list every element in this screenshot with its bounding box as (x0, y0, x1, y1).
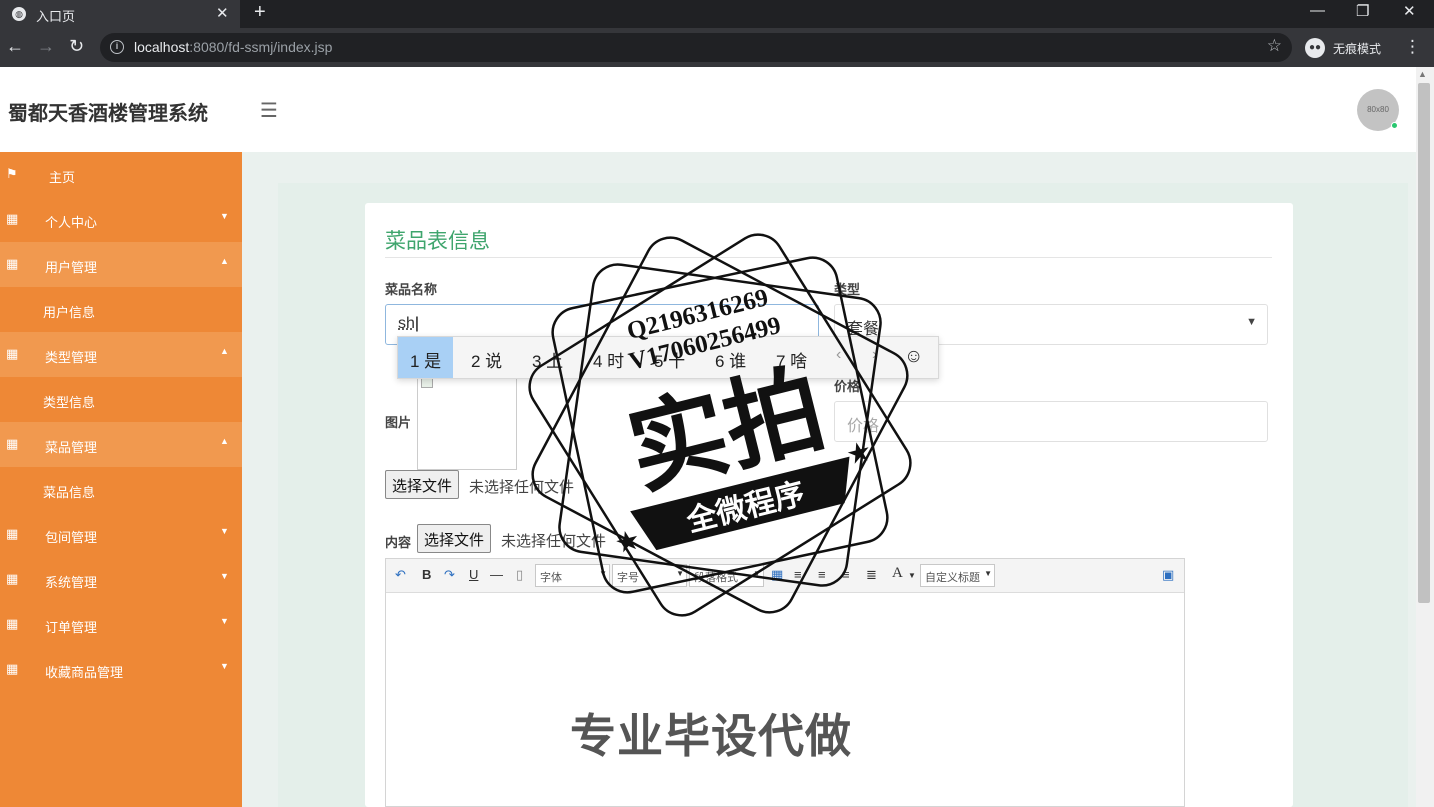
grid-icon: ▦ (6, 256, 19, 271)
omnibox[interactable]: i localhost:8080/fd-ssmj/index.jsp ☆ (100, 33, 1292, 62)
flag-icon: ⚑ (6, 166, 18, 181)
caret-up-icon: ▲ (220, 346, 229, 356)
scrollbar-thumb[interactable] (1418, 83, 1430, 603)
sidebar-item-order-management[interactable]: ▦ 订单管理 ▼ (0, 602, 242, 647)
back-icon[interactable]: ← (6, 36, 24, 57)
watermark-stamp: Q2196316269 V17060256499 实拍 全微程序 ★ ★ (528, 233, 912, 617)
caret-up-icon: ▲ (220, 256, 229, 266)
scroll-up-icon[interactable]: ▲ (1418, 69, 1427, 79)
online-status-dot (1391, 122, 1398, 129)
sidebar-item-user-management[interactable]: ▦ 用户管理 ▲ (0, 242, 242, 287)
grid-icon: ▦ (6, 526, 19, 541)
dish-name-value: sh (398, 315, 415, 332)
close-window-icon[interactable]: ✕ (1403, 2, 1416, 20)
info-icon[interactable]: i (110, 40, 124, 54)
sidebar: ⚑ 主页 ▦ 个人中心 ▼ ▦ 用户管理 ▲ 用户信息 ▦ 类型管理 ▲ 类型信… (0, 152, 242, 807)
page-title: 菜品表信息 (385, 230, 490, 253)
sidebar-item-dish-management[interactable]: ▦ 菜品管理 ▲ (0, 422, 242, 467)
grid-icon: ▦ (6, 346, 19, 361)
globe-icon: ◍ (12, 7, 26, 21)
image-preview (417, 372, 517, 470)
sidebar-item-label: 用户管理 (45, 260, 98, 275)
sidebar-item-home[interactable]: ⚑ 主页 (0, 152, 242, 197)
sidebar-item-favorites-management[interactable]: ▦ 收藏商品管理 ▼ (0, 647, 242, 692)
grid-icon: ▦ (6, 436, 19, 451)
grid-icon: ▦ (6, 211, 19, 226)
app-header: 蜀都天香酒楼管理系统 ☰ 80x80 (0, 67, 1416, 152)
ime-candidate[interactable]: 2 说 (459, 337, 514, 378)
minimize-icon[interactable]: — (1310, 2, 1325, 19)
content-file-button[interactable]: 选择文件 (417, 524, 492, 553)
sidebar-subitem-dish-info[interactable]: 菜品信息 (0, 467, 242, 512)
sidebar-item-label: 收藏商品管理 (45, 665, 124, 680)
browser-tab-bar: ◍ 入口页 ✕ + — ❐ ✕ (0, 0, 1434, 28)
image-label: 图片 (385, 415, 412, 430)
close-tab-icon[interactable]: ✕ (216, 4, 229, 22)
sidebar-item-profile[interactable]: ▦ 个人中心 ▼ (0, 197, 242, 242)
sidebar-item-label: 菜品信息 (43, 485, 96, 500)
sidebar-item-label: 系统管理 (45, 575, 98, 590)
forward-icon[interactable]: → (37, 36, 55, 57)
incognito-icon[interactable]: ●● (1305, 38, 1325, 58)
sidebar-item-label: 类型信息 (43, 395, 96, 410)
dish-name-label: 菜品名称 (385, 282, 438, 297)
caret-down-icon: ▼ (220, 211, 229, 221)
redo-icon[interactable]: ↷ (444, 567, 455, 583)
sidebar-item-label: 订单管理 (45, 620, 98, 635)
reload-icon[interactable]: ↻ (69, 36, 84, 57)
image-file-button[interactable]: 选择文件 (385, 470, 460, 499)
hamburger-menu-icon[interactable]: ☰ (260, 98, 278, 123)
caret-down-icon: ▼ (220, 616, 229, 626)
undo-icon[interactable]: ↶ (395, 567, 406, 583)
underline-button[interactable]: U (469, 567, 478, 582)
grid-icon: ▦ (6, 571, 19, 586)
content-label: 内容 (385, 535, 412, 550)
sidebar-subitem-user-info[interactable]: 用户信息 (0, 287, 242, 332)
sidebar-item-label: 类型管理 (45, 350, 98, 365)
grid-icon: ▦ (6, 661, 19, 676)
horizontal-rule-icon[interactable]: — (490, 567, 503, 582)
sidebar-item-label: 个人中心 (45, 215, 98, 230)
restore-icon[interactable]: ❐ (1356, 2, 1369, 20)
sidebar-item-label: 菜品管理 (45, 440, 98, 455)
caret-down-icon: ▼ (220, 571, 229, 581)
sidebar-item-label: 包间管理 (45, 530, 98, 545)
chevron-down-icon: ▼ (1246, 316, 1257, 328)
grid-icon: ▦ (6, 616, 19, 631)
app-title: 蜀都天香酒楼管理系统 (8, 103, 208, 125)
star-icon: ★ (611, 523, 643, 559)
sidebar-item-label: 用户信息 (43, 305, 96, 320)
sidebar-item-type-management[interactable]: ▦ 类型管理 ▲ (0, 332, 242, 377)
address-bar: ← → ↻ i localhost:8080/fd-ssmj/index.jsp… (0, 28, 1434, 67)
bookmark-star-icon[interactable]: ☆ (1267, 36, 1282, 56)
sidebar-item-system-management[interactable]: ▦ 系统管理 ▼ (0, 557, 242, 602)
caret-down-icon: ▼ (220, 526, 229, 536)
sidebar-item-room-management[interactable]: ▦ 包间管理 ▼ (0, 512, 242, 557)
browser-tab[interactable]: ◍ 入口页 ✕ (0, 0, 240, 28)
bold-button[interactable]: B (422, 567, 431, 582)
ime-candidate[interactable]: 1 是 (398, 337, 454, 378)
browser-menu-icon[interactable]: ⋮ (1404, 37, 1421, 57)
custom-heading-select[interactable]: 自定义标题 ▼ (920, 564, 995, 587)
caret-up-icon: ▲ (220, 436, 229, 446)
incognito-label: 无痕模式 (1333, 42, 1382, 56)
tab-title: 入口页 (36, 9, 76, 24)
caret-down-icon: ▼ (220, 661, 229, 671)
sidebar-item-label: 主页 (49, 170, 76, 185)
sidebar-subitem-type-info[interactable]: 类型信息 (0, 377, 242, 422)
new-tab-icon[interactable]: + (254, 1, 266, 24)
url-text: localhost:8080/fd-ssmj/index.jsp (134, 39, 333, 55)
bottom-watermark-text: 专业毕设代做 (570, 710, 852, 762)
fullscreen-icon[interactable]: ▣ (1162, 567, 1174, 583)
